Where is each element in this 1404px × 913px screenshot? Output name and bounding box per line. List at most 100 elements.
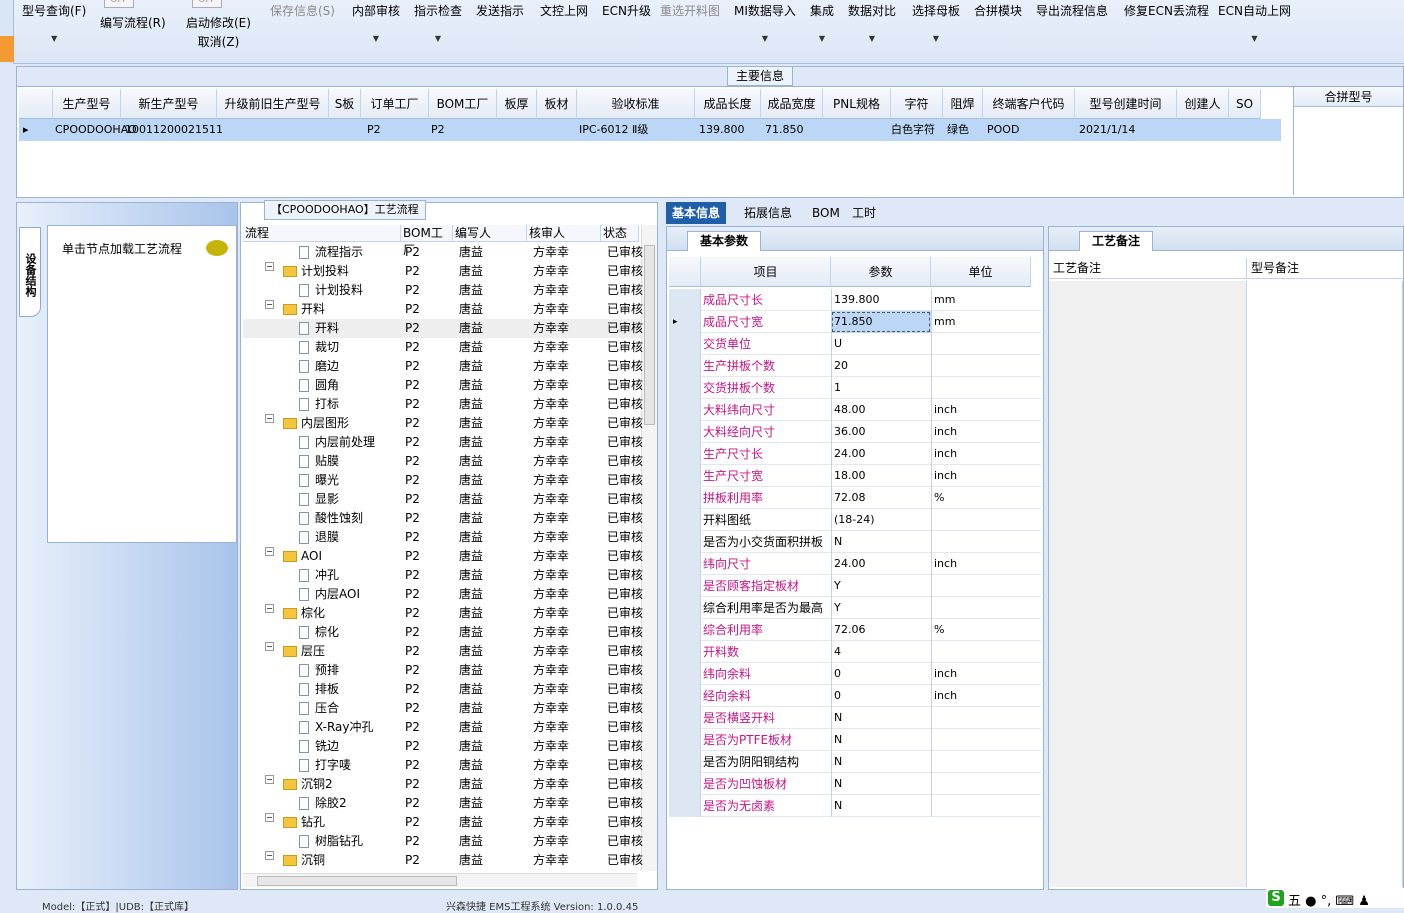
param-value[interactable]: 18.00 [831,465,931,487]
tree-row[interactable]: 打字唛 P2 唐益 方幸幸 已审核 [243,756,643,775]
toggle-box[interactable]: OFF [104,0,134,8]
grid-column-header[interactable]: 成品宽度 [761,89,823,119]
tree-column-header[interactable]: BOM工厂 [401,225,453,257]
tree-row[interactable]: 内层AOI P2 唐益 方幸幸 已审核 [243,585,643,604]
grid-cell[interactable]: 2021/1/14 [1079,119,1135,141]
tree-row[interactable]: 除胶2 P2 唐益 方幸幸 已审核 [243,794,643,813]
tab-3[interactable]: 工时 [846,202,882,224]
grid-column-header[interactable]: 验收标准 [577,89,695,119]
tree-column-header[interactable]: 核审人 [527,225,601,242]
expand-collapse-icon[interactable]: − [265,851,274,860]
tree-column-header[interactable]: 编写人 [453,225,527,242]
grid-column-header[interactable]: PNL规格 [823,89,891,119]
param-value[interactable]: N [831,531,931,553]
param-row[interactable]: 纬向尺寸 24.00 inch [669,553,1041,575]
toolbar-button[interactable]: 型号查询(F) ▼ [22,2,86,43]
tree-row[interactable]: − 棕化 P2 唐益 方幸幸 已审核 [243,604,643,623]
param-row[interactable]: 生产尺寸宽 18.00 inch [669,465,1041,487]
grid-column-header[interactable]: 成品长度 [695,89,761,119]
toggle-box[interactable]: OFF [192,0,222,8]
param-value[interactable]: Y [831,575,931,597]
tree-row[interactable]: 排板 P2 唐益 方幸幸 已审核 [243,680,643,699]
param-value[interactable]: Y [831,597,931,619]
grid-column-header[interactable]: 板厚 [497,89,537,119]
toolbar-button[interactable]: ECN升级 [602,2,651,19]
param-value[interactable]: 20 [831,355,931,377]
grid-column-header[interactable]: 升级前旧生产型号 [217,89,329,119]
param-row[interactable]: 拼板利用率 72.08% [669,487,1041,509]
toolbar-button[interactable]: 内部审核 ▼ [352,2,400,43]
tree-row[interactable]: − 内层图形 P2 唐益 方幸幸 已审核 [243,414,643,433]
param-value[interactable]: 0 [831,685,931,707]
tree-row[interactable]: − 沉铜 P2 唐益 方幸幸 已审核 [243,851,643,870]
tree-row[interactable]: − 沉铜2 P2 唐益 方幸幸 已审核 [243,775,643,794]
tree-row[interactable]: 铣边 P2 唐益 方幸幸 已审核 [243,737,643,756]
expand-collapse-icon[interactable]: − [265,642,274,651]
param-row[interactable]: 成品尺寸长 139.800 mm [669,289,1041,311]
param-row[interactable]: 是否为PTFE板材 N [669,729,1041,751]
tree-row[interactable]: 流程指示 P2 唐益 方幸幸 已审核 [243,243,643,262]
param-row[interactable]: 是否为小交货面积拼板 N [669,531,1041,553]
expand-collapse-icon[interactable]: − [265,775,274,784]
tree-row[interactable]: 预排 P2 唐益 方幸幸 已审核 [243,661,643,680]
scroll-thumb[interactable] [257,876,457,886]
param-row[interactable]: 是否为凹蚀板材 N [669,773,1041,795]
tab-0[interactable]: 基本信息 [666,202,727,224]
toolbar-button[interactable]: 数据对比 ▼ [848,2,896,43]
param-row[interactable]: 是否为无卤素 N [669,795,1041,817]
tree-row[interactable]: 圆角 P2 唐益 方幸幸 已审核 [243,376,643,395]
grid-column-header[interactable]: 生产型号 [53,89,121,119]
grid-cell[interactable]: P2 [431,119,445,141]
grid-cell[interactable]: POOD [987,119,1019,141]
tree-row[interactable]: 裁切 P2 唐益 方幸幸 已审核 [243,338,643,357]
tree-row[interactable]: − 钻孔 P2 唐益 方幸幸 已审核 [243,813,643,832]
grid-cell[interactable]: 71.850 [765,119,804,141]
param-value[interactable]: U [831,333,931,355]
grid-cell[interactable]: 白色字符 [891,119,935,141]
param-row[interactable]: 大料经向尺寸 36.00 inch [669,421,1041,443]
grid-column-header[interactable]: 终端客户代码 [983,89,1075,119]
param-row[interactable]: 交货单位 U [669,333,1041,355]
tree-row[interactable]: − 计划投料 P2 唐益 方幸幸 已审核 [243,262,643,281]
param-row[interactable]: ▸ 成品尺寸宽 71.850 mm [669,311,1041,333]
model-note-area[interactable] [1247,281,1403,887]
param-value[interactable]: N [831,773,931,795]
param-value[interactable]: 72.08 [831,487,931,509]
tree-column-header[interactable]: 流程 [243,225,401,242]
expand-collapse-icon[interactable]: − [265,547,274,556]
param-row[interactable]: 是否顾客指定板材 Y [669,575,1041,597]
grid-column-header[interactable]: 字符 [891,89,943,119]
param-value[interactable]: N [831,707,931,729]
tree-row[interactable]: 显影 P2 唐益 方幸幸 已审核 [243,490,643,509]
expand-collapse-icon[interactable]: − [265,813,274,822]
param-row[interactable]: 生产尺寸长 24.00 inch [669,443,1041,465]
toolbar-button[interactable]: 导出流程信息 [1036,2,1108,19]
param-row[interactable]: 大料纬向尺寸 48.00 inch [669,399,1041,421]
param-value[interactable]: 72.06 [831,619,931,641]
basic-params-title[interactable]: 基本参数 [687,231,762,251]
tab-2[interactable]: BOM [806,202,846,224]
param-row[interactable]: 开料数 4 [669,641,1041,663]
scroll-thumb[interactable] [644,245,655,425]
grid-column-header[interactable]: S板 [329,89,361,119]
grid-cell[interactable]: P2 [367,119,381,141]
tree-row[interactable]: 贴膜 P2 唐益 方幸幸 已审核 [243,452,643,471]
toolbar-button[interactable]: 文控上网 [540,2,588,19]
grid-column-header[interactable]: 新生产型号 [121,89,217,119]
param-value[interactable]: 1 [831,377,931,399]
param-row[interactable]: 经向余料 0 inch [669,685,1041,707]
tree-row[interactable]: 酸性蚀刻 P2 唐益 方幸幸 已审核 [243,509,643,528]
ime-toolbar[interactable]: S 五 ● °, ⌨ ♟ [1266,888,1404,909]
tree-row[interactable]: − AOI P2 唐益 方幸幸 已审核 [243,547,643,566]
tree-row[interactable]: 曝光 P2 唐益 方幸幸 已审核 [243,471,643,490]
grid-cell[interactable]: 10011200021511 [125,119,223,141]
equipment-structure-tab[interactable]: 设备结构 [19,227,41,317]
tree-row[interactable]: − 开料 P2 唐益 方幸幸 已审核 [243,300,643,319]
toolbar-button[interactable]: 启动修改(E) 取消(Z) [186,14,251,50]
toolbar-button[interactable]: 集成 ▼ [810,2,834,43]
param-row[interactable]: 综合利用率 72.06% [669,619,1041,641]
grid-cell[interactable]: 139.800 [699,119,745,141]
tree-row[interactable]: 打标 P2 唐益 方幸幸 已审核 [243,395,643,414]
expand-collapse-icon[interactable]: − [265,414,274,423]
param-value[interactable]: 0 [831,663,931,685]
